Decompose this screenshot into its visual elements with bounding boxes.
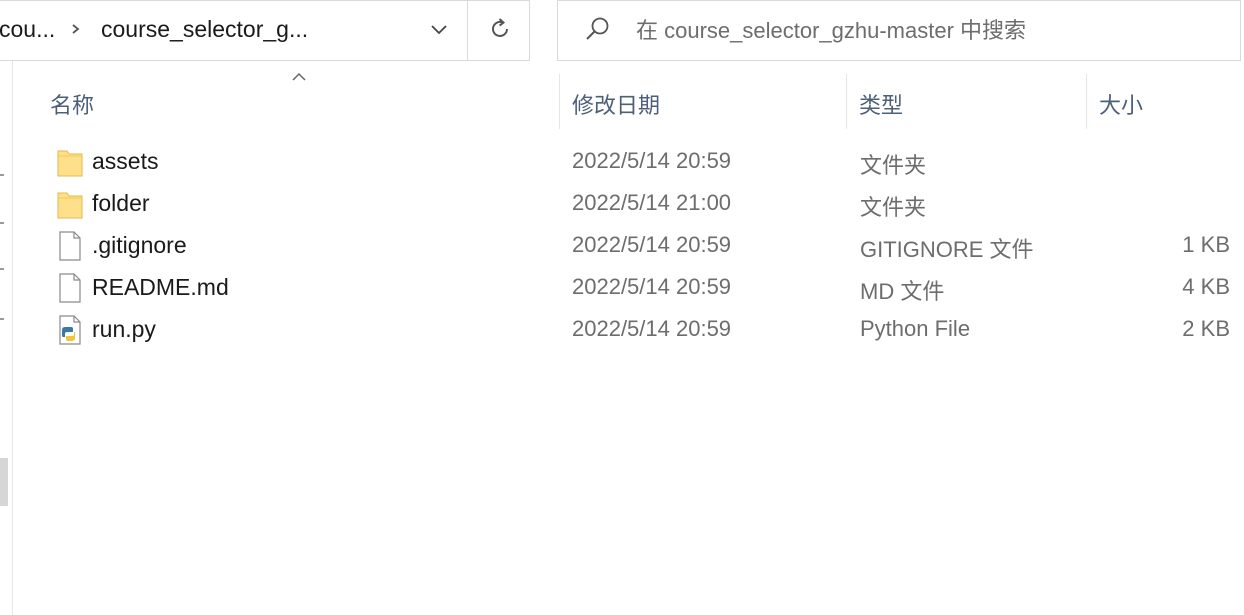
- python-file-icon: [56, 313, 84, 347]
- breadcrumb-parent[interactable]: cou...: [0, 16, 55, 43]
- file-type: GITIGNORE 文件: [860, 237, 1034, 262]
- file-row[interactable]: .gitignore 2022/5/14 20:59 GITIGNORE 文件 …: [14, 225, 1244, 267]
- address-history-dropdown[interactable]: [423, 15, 455, 47]
- column-header-size[interactable]: 大小: [1099, 88, 1143, 120]
- refresh-icon: [487, 16, 513, 47]
- column-header-type[interactable]: 类型: [859, 88, 903, 120]
- file-date: 2022/5/14 20:59: [572, 274, 732, 299]
- chevron-right-icon[interactable]: [69, 19, 83, 39]
- file-icon: [56, 271, 84, 305]
- column-divider[interactable]: [1086, 74, 1087, 129]
- sort-ascending-icon: [290, 70, 308, 82]
- address-bar[interactable]: cou... course_selector_g...: [0, 0, 530, 61]
- navigation-pane-border: [12, 61, 13, 615]
- file-name: run.py: [92, 316, 156, 342]
- column-divider[interactable]: [846, 74, 847, 129]
- file-date: 2022/5/14 20:59: [572, 232, 732, 257]
- file-name: .gitignore: [92, 232, 187, 258]
- folder-icon: [56, 145, 84, 179]
- chevron-down-icon: [429, 22, 449, 41]
- nav-pane-marker: [0, 222, 4, 224]
- file-size: 1 KB: [1182, 232, 1230, 257]
- search-input[interactable]: [636, 15, 1216, 47]
- file-name: README.md: [92, 274, 229, 300]
- file-row[interactable]: run.py 2022/5/14 20:59 Python File 2 KB: [14, 309, 1244, 351]
- column-divider[interactable]: [559, 74, 560, 129]
- file-row[interactable]: assets 2022/5/14 20:59 文件夹: [14, 141, 1244, 183]
- file-name: assets: [92, 148, 159, 174]
- file-type: 文件夹: [860, 153, 927, 178]
- column-header-date[interactable]: 修改日期: [572, 88, 660, 120]
- search-icon: [582, 15, 612, 45]
- file-type: 文件夹: [860, 195, 927, 220]
- nav-pane-marker: [0, 174, 4, 176]
- file-name: folder: [92, 190, 150, 216]
- file-size: 4 KB: [1182, 274, 1230, 299]
- breadcrumb-current[interactable]: course_selector_g...: [101, 16, 308, 43]
- address-divider: [467, 1, 468, 60]
- file-type: MD 文件: [860, 279, 945, 304]
- file-size: 2 KB: [1182, 316, 1230, 341]
- refresh-button[interactable]: [482, 13, 518, 49]
- file-row[interactable]: folder 2022/5/14 21:00 文件夹: [14, 183, 1244, 225]
- file-icon: [56, 229, 84, 263]
- search-box[interactable]: [557, 0, 1241, 61]
- file-date: 2022/5/14 21:00: [572, 190, 732, 215]
- file-date: 2022/5/14 20:59: [572, 148, 732, 173]
- nav-pane-marker: [0, 268, 4, 270]
- column-header-name[interactable]: 名称: [50, 88, 94, 120]
- nav-scrollbar-thumb[interactable]: [0, 458, 8, 506]
- file-date: 2022/5/14 20:59: [572, 316, 732, 341]
- folder-icon: [56, 187, 84, 221]
- nav-pane-marker: [0, 318, 4, 320]
- file-type: Python File: [860, 316, 971, 341]
- file-row[interactable]: README.md 2022/5/14 20:59 MD 文件 4 KB: [14, 267, 1244, 309]
